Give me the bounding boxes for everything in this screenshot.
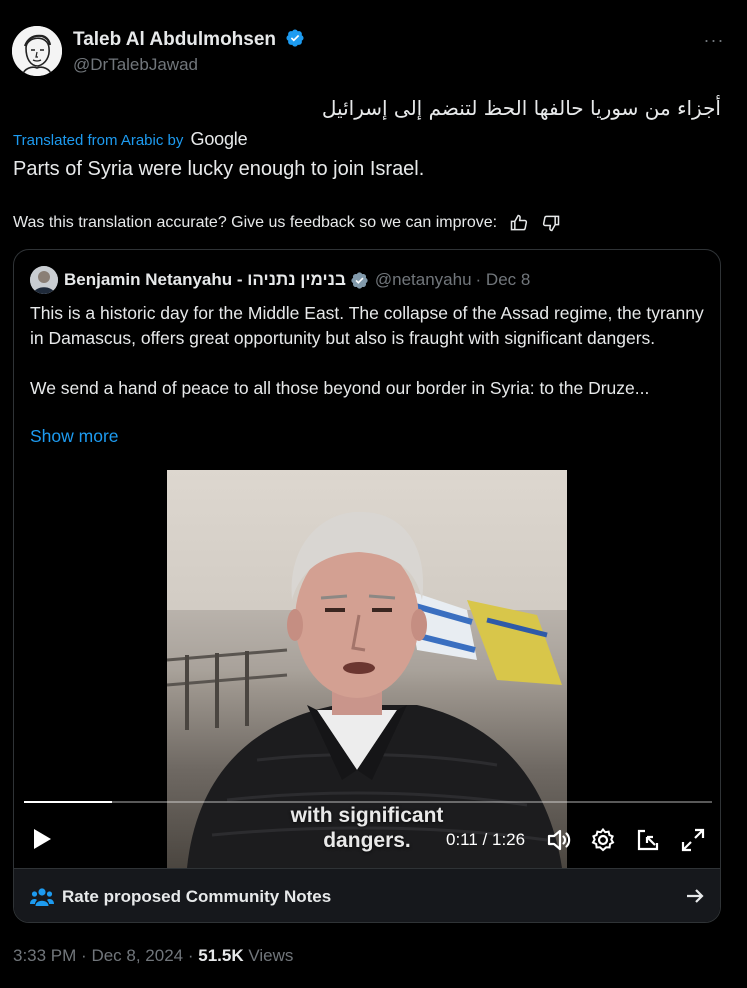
- quoted-tweet-header: Benjamin Netanyahu - בנימין נתניהו @neta…: [30, 266, 530, 294]
- community-notes-label[interactable]: Rate proposed Community Notes: [62, 887, 331, 907]
- thumbs-down-icon[interactable]: [541, 213, 561, 233]
- thumbs-up-icon[interactable]: [509, 213, 529, 233]
- quoted-paragraph-2: We send a hand of peace to all those bey…: [30, 378, 650, 398]
- tweet-footer: 3:33 PM · Dec 8, 2024 · 51.5K Views: [13, 946, 294, 965]
- people-icon: [30, 888, 54, 906]
- translated-text: Parts of Syria were lucky enough to join…: [13, 158, 425, 180]
- tweet-header: Taleb Al Abdulmohsen @DrTalebJawad ···: [12, 14, 735, 78]
- avatar-sketch-icon: [12, 26, 62, 76]
- volume-icon[interactable]: [546, 827, 572, 853]
- tweet-time[interactable]: 3:33 PM: [13, 946, 76, 965]
- quoted-tweet-text: This is a historic day for the Middle Ea…: [30, 301, 710, 401]
- quoted-tweet[interactable]: Benjamin Netanyahu - בנימין נתניהו @neta…: [13, 249, 721, 923]
- more-icon[interactable]: ···: [699, 30, 729, 50]
- feedback-prompt: Was this translation accurate? Give us f…: [13, 214, 498, 231]
- translation-feedback: Was this translation accurate? Give us f…: [13, 213, 561, 233]
- video-frame[interactable]: with significant dangers.: [167, 470, 567, 868]
- picture-in-picture-icon[interactable]: [635, 827, 661, 853]
- translation-attribution: Translated from Arabic by Google: [13, 129, 248, 150]
- views-count: 51.5K: [198, 946, 244, 965]
- author-handle[interactable]: @DrTalebJawad: [73, 55, 198, 75]
- original-text: أجزاء من سوريا حالفها الحظ لتنضم إلى إسر…: [321, 96, 721, 120]
- quoted-author-handle[interactable]: @netanyahu: [375, 270, 472, 290]
- quoted-author-name[interactable]: Benjamin Netanyahu - בנימין נתניהו: [64, 270, 346, 290]
- google-logo: Google: [190, 129, 248, 149]
- gray-verified-badge-icon: [351, 271, 368, 289]
- community-notes-bar[interactable]: Rate proposed Community Notes: [14, 868, 720, 922]
- avatar[interactable]: [12, 26, 62, 76]
- quoted-avatar-photo-icon: [30, 266, 58, 294]
- play-icon[interactable]: [30, 826, 54, 852]
- show-more-link[interactable]: Show more: [30, 426, 119, 447]
- quoted-avatar[interactable]: [30, 266, 58, 294]
- views-label: Views: [248, 946, 294, 965]
- video-time: 0:11 / 1:26: [446, 830, 526, 849]
- caption-line-1: with significant: [290, 804, 444, 827]
- arrow-right-icon[interactable]: [684, 885, 706, 907]
- tweet-date[interactable]: Dec 8, 2024: [91, 946, 183, 965]
- verified-badge-icon: [286, 29, 304, 47]
- quoted-paragraph-1: This is a historic day for the Middle Ea…: [30, 303, 704, 348]
- fullscreen-icon[interactable]: [680, 827, 706, 853]
- author-name-row[interactable]: Taleb Al Abdulmohsen: [73, 28, 305, 51]
- quoted-date[interactable]: · Dec 8: [476, 270, 531, 290]
- author-name[interactable]: Taleb Al Abdulmohsen: [73, 29, 276, 50]
- video-player[interactable]: with significant dangers. 0:11 / 1:26: [14, 470, 720, 868]
- video-progress-fill: [24, 801, 113, 803]
- settings-icon[interactable]: [590, 827, 616, 853]
- translated-from-label: Translated from Arabic by: [13, 132, 184, 149]
- video-progress-bar[interactable]: [24, 801, 712, 803]
